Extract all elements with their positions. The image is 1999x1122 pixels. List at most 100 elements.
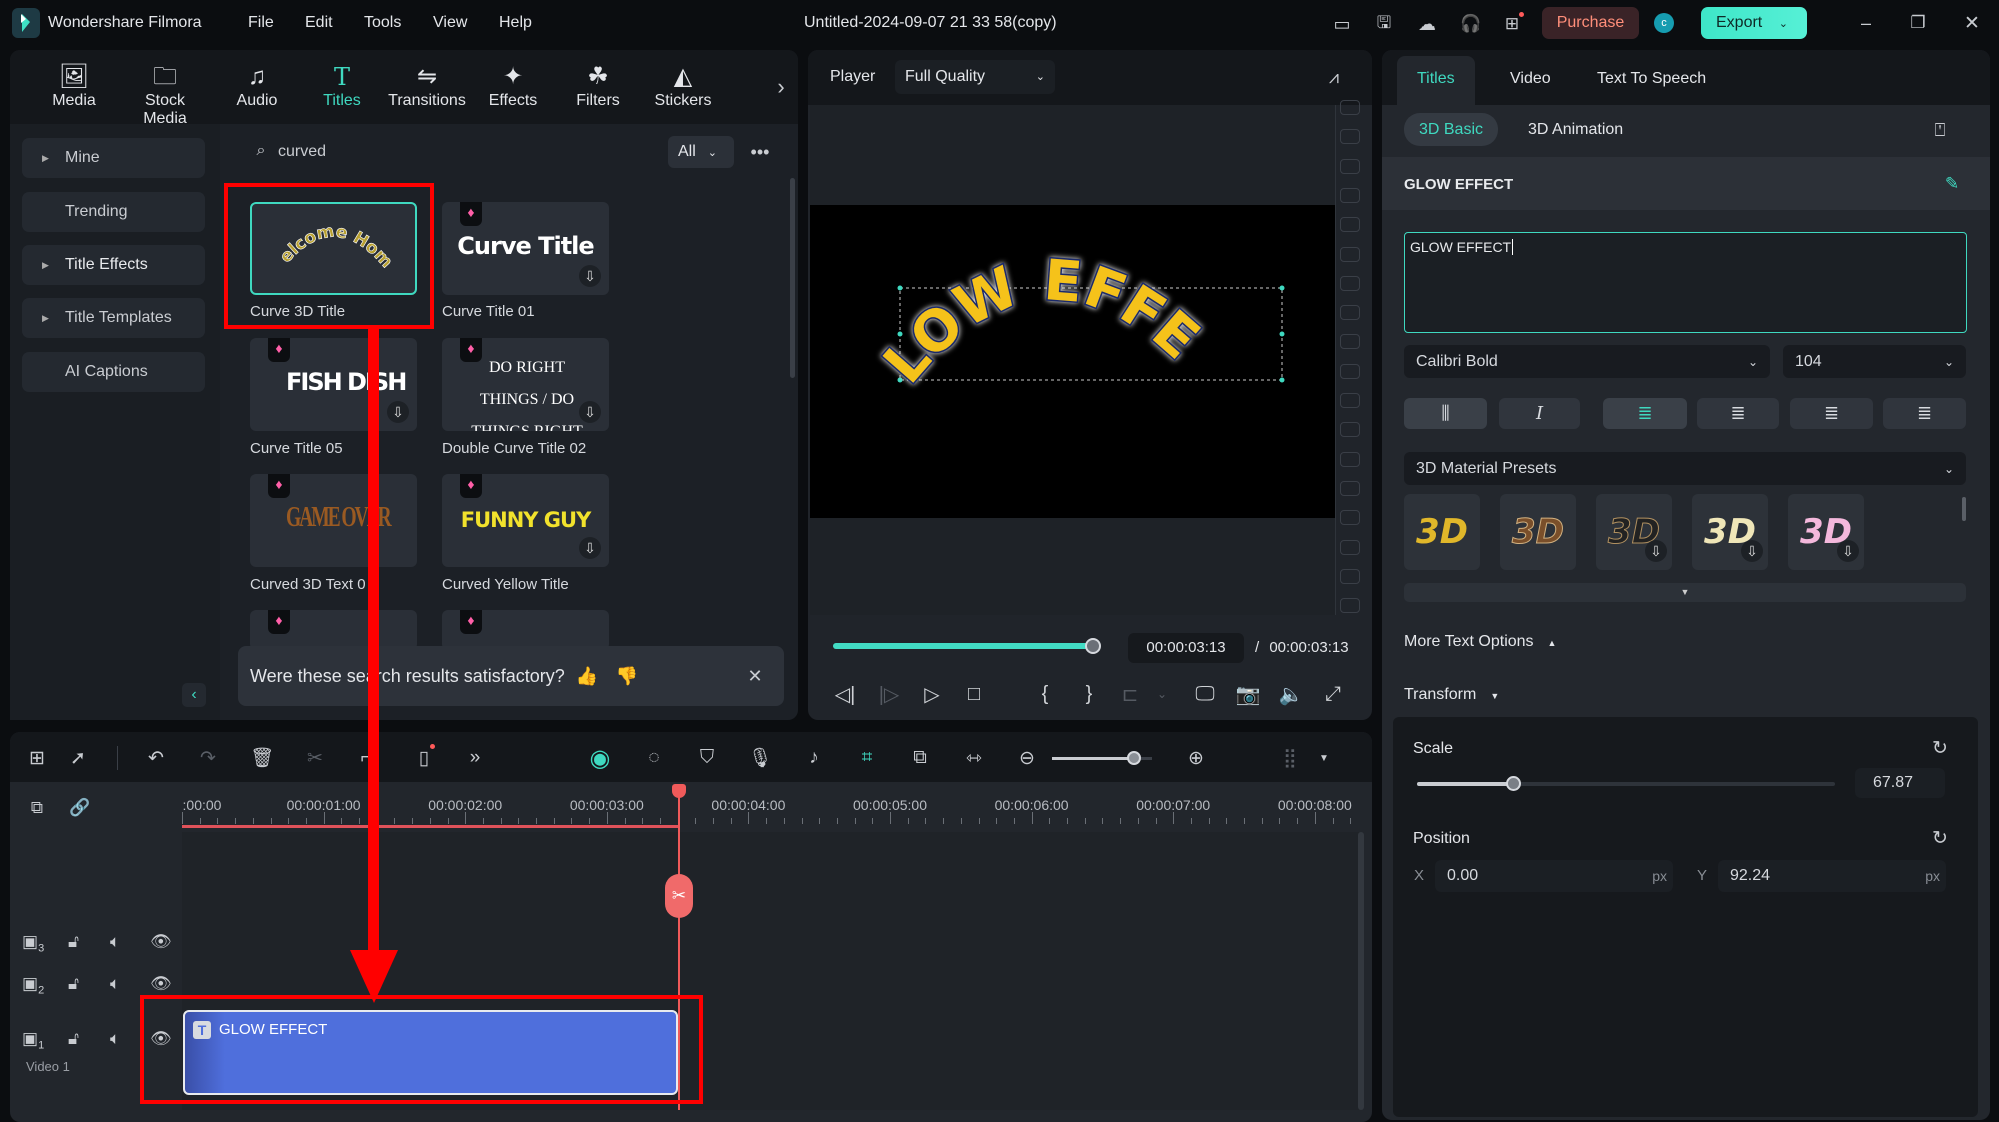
playhead-split-scissors-icon[interactable]: ✂ [665, 874, 693, 918]
restore-icon[interactable]: ❐ [1906, 10, 1930, 36]
title-card-curve-title-01[interactable]: ♦ Curve Title ⇩ [442, 202, 609, 295]
expand-presets-button[interactable]: ▼ [1404, 583, 1966, 602]
unlock-icon[interactable]: 🔓︎ [68, 932, 79, 952]
tab-audio[interactable]: ♫ Audio [215, 62, 299, 110]
scale-slider[interactable] [1417, 776, 1835, 791]
more-options-icon[interactable]: ••• [746, 140, 774, 164]
apps-grid-icon[interactable]: ⊞ [1500, 12, 1524, 36]
menu-help[interactable]: Help [499, 14, 532, 32]
tab-titles[interactable]: T Titles [300, 62, 384, 110]
eye-icon[interactable]: 👁︎ [150, 932, 172, 952]
split-scissors-icon[interactable]: ✂ [301, 744, 329, 772]
title-card[interactable]: ♦ [442, 610, 609, 650]
title-card-double-curve-title-02[interactable]: ♦ DO RIGHT THINGS / DO THINGS RIGHT ⇩ [442, 338, 609, 431]
speaker-icon[interactable]: 🔈︎ [110, 1029, 120, 1049]
menu-file[interactable]: File [248, 14, 274, 32]
mark-out-icon[interactable]: } [1075, 680, 1103, 708]
layout-switch-icon[interactable]: ⊞ [23, 744, 51, 772]
display-settings-icon[interactable]: 🖵 [1191, 680, 1219, 708]
chevron-right-icon[interactable]: › [770, 72, 792, 102]
title-text-input[interactable]: GLOW EFFECT [1404, 232, 1967, 333]
purchase-button[interactable]: Purchase [1542, 7, 1639, 39]
aspect-ratio-icon[interactable]: ▯ [410, 744, 438, 772]
headset-icon[interactable]: 🎧 [1459, 12, 1483, 36]
sidebar-item-title-effects[interactable]: ▶ Title Effects [22, 245, 205, 285]
sidebar-item-trending[interactable]: Trending [22, 192, 205, 232]
more-text-options-toggle[interactable]: More Text Options ▲ [1404, 633, 1556, 651]
menu-edit[interactable]: Edit [305, 14, 333, 32]
marker-icon[interactable]: ⛉ [693, 744, 721, 772]
preset-gold[interactable]: 3D [1404, 494, 1480, 570]
tab-effects[interactable]: ✦ Effects [471, 62, 555, 110]
search-input[interactable] [278, 140, 638, 164]
zoom-out-icon[interactable]: ⊖ [1013, 744, 1041, 772]
tab-media[interactable]: 🖼 Media [32, 62, 116, 110]
subtab-3d-animation[interactable]: 3D Animation [1528, 121, 1623, 139]
preset-bronze[interactable]: 3D [1500, 494, 1576, 570]
volume-icon[interactable]: 🔈 [1277, 680, 1305, 708]
save-preset-icon[interactable]: ⍞ [1928, 117, 1952, 143]
add-track-icon[interactable]: ⧉ [24, 795, 50, 821]
delete-icon[interactable]: 🗑 [248, 744, 276, 772]
ai-assistant-icon[interactable]: ◉ [586, 744, 614, 772]
auto-beat-icon[interactable]: ◌ [640, 744, 668, 772]
italic-icon[interactable]: I [1499, 398, 1580, 429]
fullscreen-icon[interactable]: ⤢ [1319, 680, 1347, 708]
ai-edit-pen-icon[interactable]: ✎ [1938, 172, 1966, 196]
inspector-tab-titles[interactable]: Titles [1417, 70, 1455, 88]
align-left-icon[interactable]: ≣ [1603, 398, 1687, 429]
redo-icon[interactable]: ↷ [194, 744, 222, 772]
text-direction-icon[interactable]: ⫼ [1404, 398, 1487, 429]
audio-track-icon[interactable]: ♪ [800, 744, 828, 772]
playhead-marker[interactable] [672, 784, 686, 798]
close-feedback-icon[interactable]: ✕ [743, 664, 767, 688]
scale-value-input[interactable]: 67.87 [1855, 768, 1945, 798]
menu-view[interactable]: View [433, 14, 467, 32]
next-frame-icon[interactable]: |▷ [875, 680, 903, 708]
unlock-icon[interactable]: 🔓︎ [68, 1029, 79, 1049]
tab-transitions[interactable]: ⇋ Transitions [385, 62, 469, 110]
reset-scale-icon[interactable]: ↻ [1927, 735, 1953, 761]
cloud-upload-icon[interactable]: ☁ [1415, 12, 1439, 36]
tab-stickers[interactable]: ◭ Stickers [641, 62, 725, 110]
speaker-icon[interactable]: 🔈︎ [110, 932, 120, 952]
font-dropdown[interactable]: Calibri Bold ⌄ [1404, 345, 1770, 378]
collapse-sidebar-icon[interactable]: ‹ [182, 683, 206, 707]
insert-clip-icon[interactable]: ⊏ [1116, 680, 1144, 708]
timeline-zoom-slider[interactable] [1052, 751, 1152, 765]
align-right-icon[interactable]: ≣ [1790, 398, 1873, 429]
speaker-icon[interactable]: 🔈︎ [110, 974, 120, 994]
align-justify-icon[interactable]: ≣ [1883, 398, 1966, 429]
zoom-in-icon[interactable]: ⊕ [1182, 744, 1210, 772]
transform-toggle[interactable]: Transform ▼ [1404, 686, 1499, 704]
download-icon[interactable]: ⇩ [1741, 540, 1763, 562]
zoom-slider-handle[interactable] [1127, 751, 1141, 765]
download-icon[interactable]: ⇩ [579, 265, 601, 287]
timeline-scrollbar[interactable] [1358, 832, 1364, 1110]
material-presets-dropdown[interactable]: 3D Material Presets ⌄ [1404, 452, 1966, 485]
save-icon[interactable]: 🖫 [1372, 12, 1396, 36]
font-size-dropdown[interactable]: 104 ⌄ [1783, 345, 1966, 378]
chevron-down-icon[interactable]: ⌄ [1148, 680, 1176, 708]
unlock-icon[interactable]: 🔓︎ [68, 974, 79, 994]
avatar[interactable]: c [1654, 13, 1674, 33]
layout-icon[interactable]: ▭ [1330, 12, 1354, 36]
pip-icon[interactable]: ⧉ [906, 744, 934, 772]
title-card-curved-yellow-title[interactable]: ♦ FUNNY GUY ⇩ [442, 474, 609, 567]
download-icon[interactable]: ⇩ [579, 537, 601, 559]
align-center-icon[interactable]: ≣ [1697, 398, 1779, 429]
playback-progress-track[interactable] [833, 643, 1093, 649]
menu-tools[interactable]: Tools [364, 14, 401, 32]
fit-timeline-icon[interactable]: ⇿ [960, 744, 988, 772]
caret-down-icon[interactable]: ▼ [1310, 744, 1338, 772]
download-icon[interactable]: ⇩ [1645, 540, 1667, 562]
position-x-input[interactable]: 0.00 px [1435, 860, 1673, 892]
mark-in-icon[interactable]: { [1031, 680, 1059, 708]
stop-icon[interactable]: □ [960, 680, 988, 708]
filter-dropdown[interactable]: All ⌄ [668, 136, 734, 168]
snapshot-camera-icon[interactable]: 📷 [1234, 680, 1262, 708]
download-icon[interactable]: ⇩ [579, 401, 601, 423]
snap-icon[interactable]: ⌗ [853, 744, 881, 772]
sidebar-item-ai-captions[interactable]: AI Captions [22, 352, 205, 392]
tab-stock-media[interactable]: 🗀 Stock Media [122, 62, 208, 128]
